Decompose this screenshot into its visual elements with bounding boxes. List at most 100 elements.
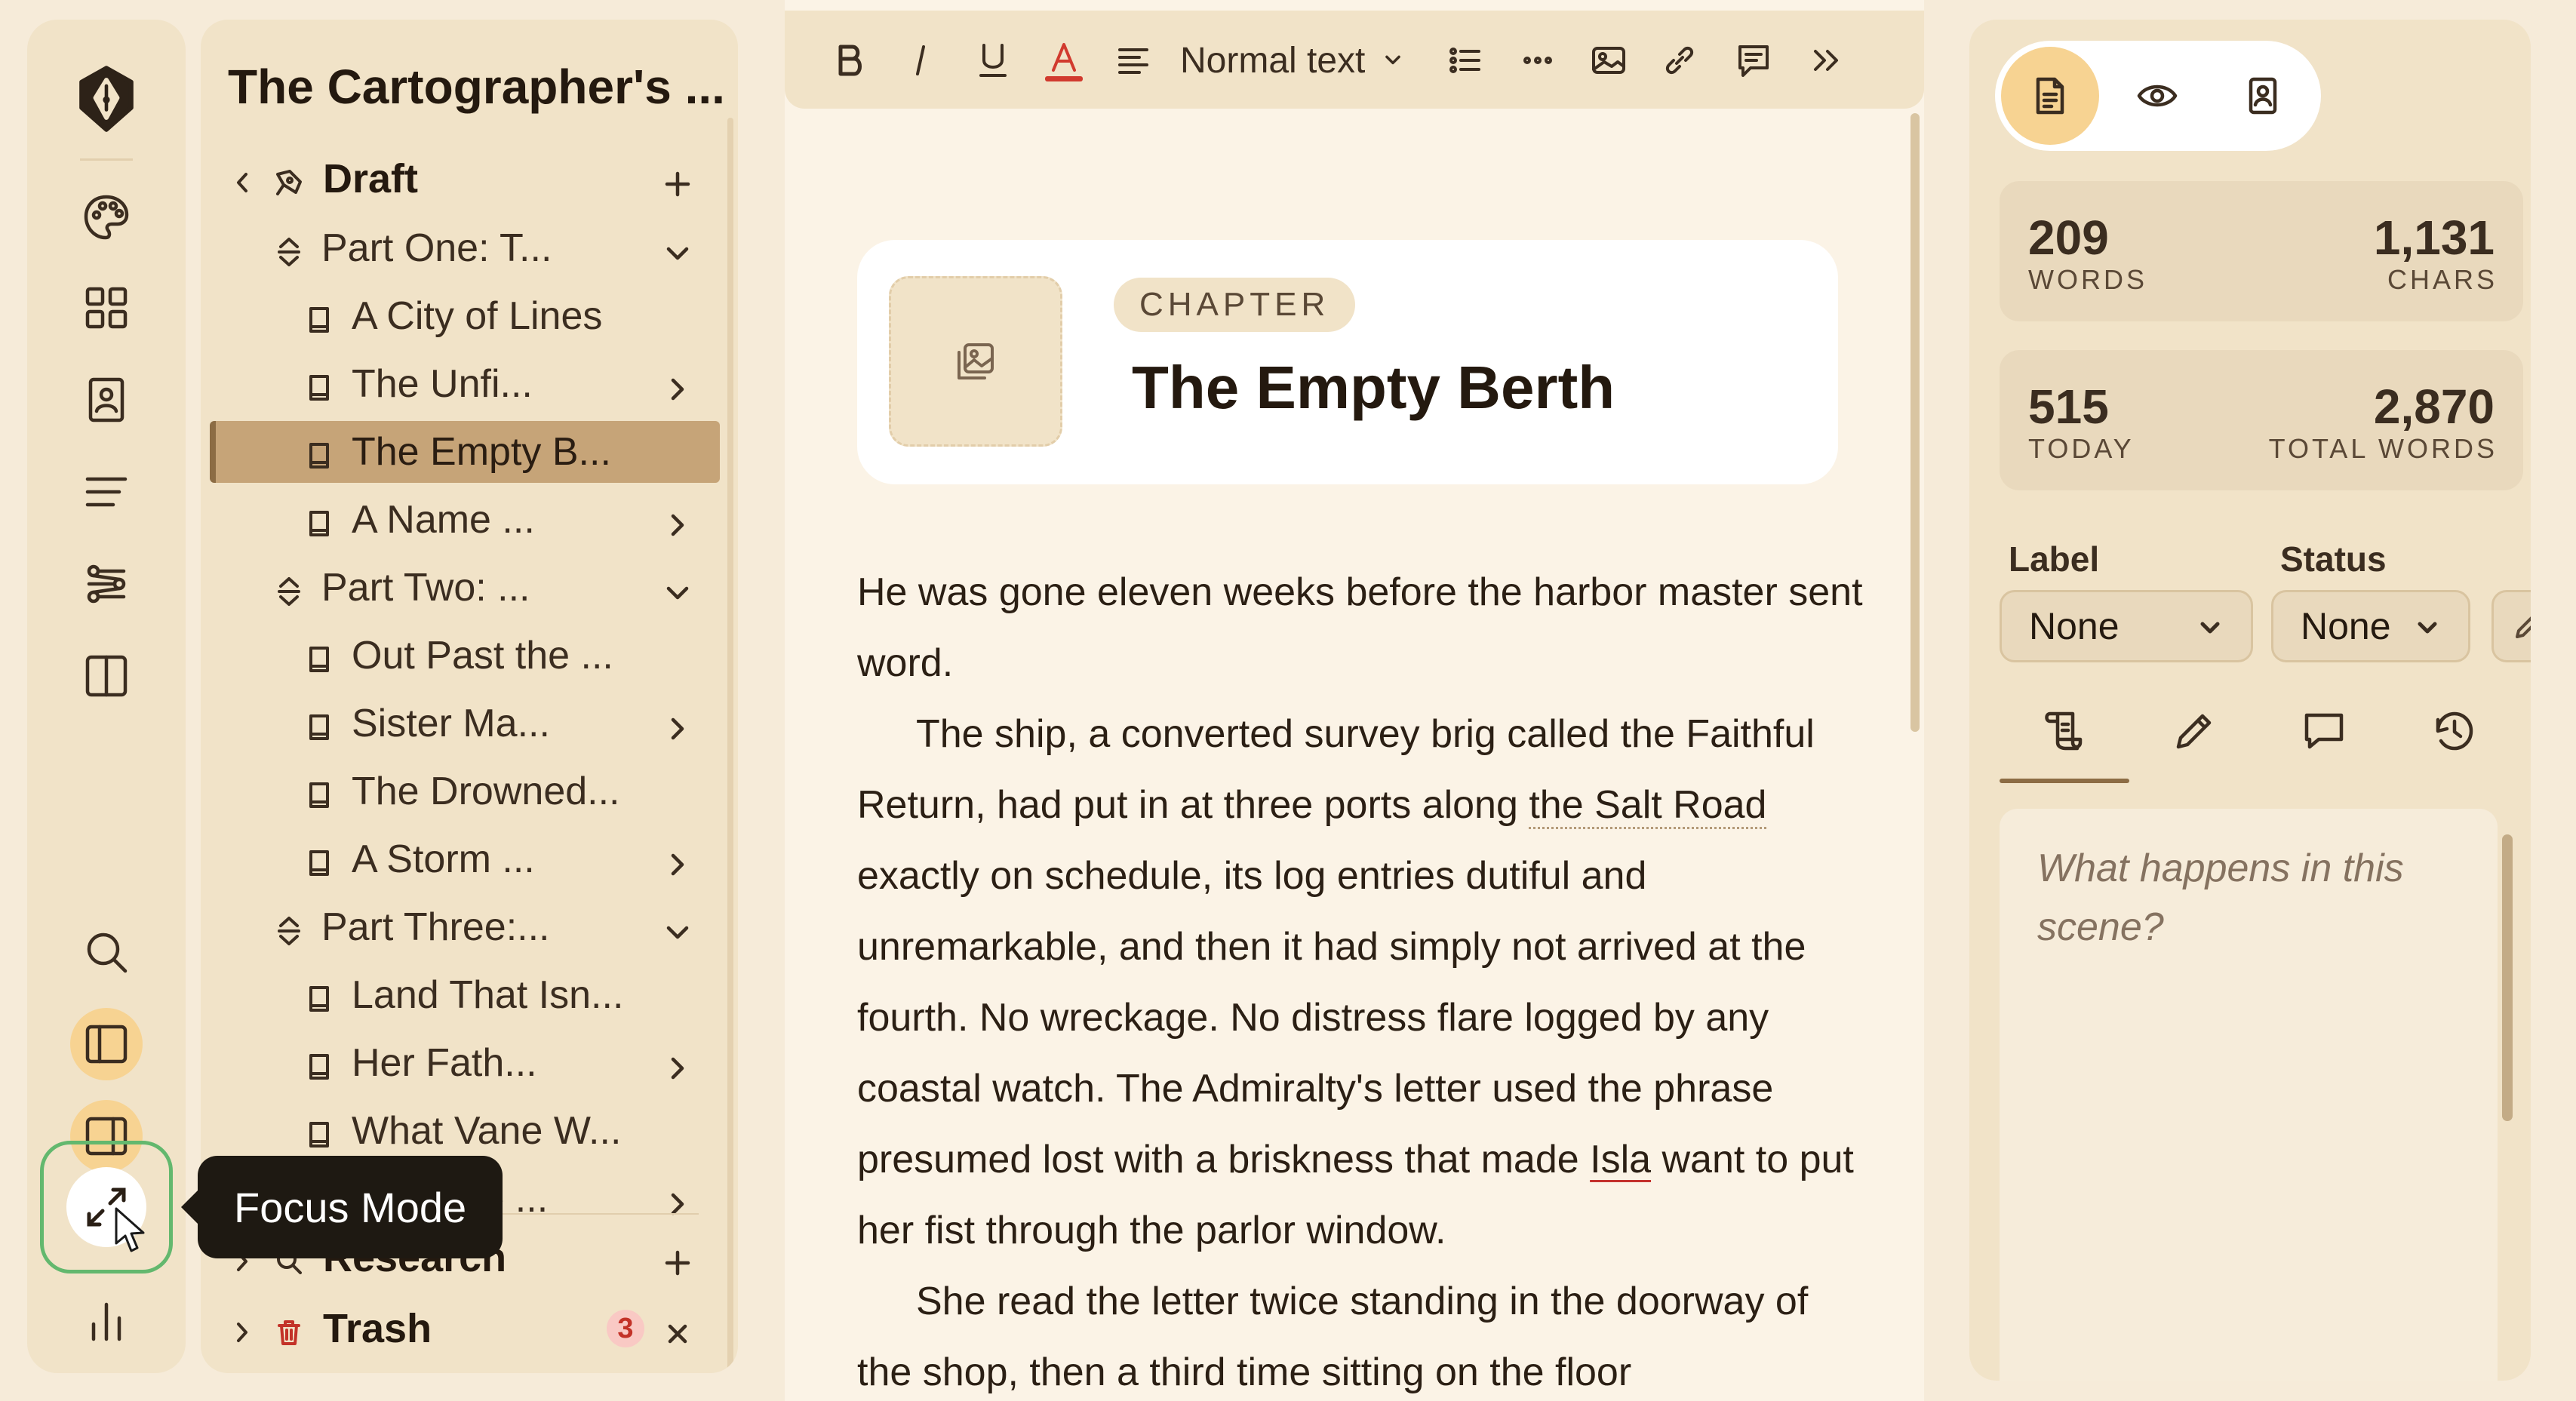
align-button[interactable] [1111,39,1156,81]
label-field-title: Label [2009,539,2100,579]
bullet-list-icon [1449,48,1480,73]
focus-mode-button[interactable] [40,1141,173,1273]
chevron-down-icon[interactable] [662,912,693,942]
chapter-image-slot[interactable] [889,276,1062,447]
status-select[interactable]: None [2271,590,2470,662]
total-words-label: TOTAL WORDS [2268,433,2498,464]
spelling-flag[interactable]: Isla [1590,1138,1651,1181]
chevron-right-icon[interactable] [662,708,693,740]
linked-term[interactable]: the Salt Road [1529,783,1767,829]
chevron-down-icon [2200,622,2220,634]
chevron-down-icon[interactable] [662,233,693,263]
app-window: The Cartographer's ... Draft Part One: T… [0,0,2576,1401]
editor-scrollbar[interactable] [1910,113,1920,732]
document-view-icon[interactable] [2001,47,2099,145]
chevron-right-icon[interactable] [662,844,693,876]
binder-doc-row[interactable]: Land That Isn... [210,964,720,1026]
binder-doc-row[interactable]: Her Fath... [210,1032,720,1094]
grid-icon[interactable] [70,272,143,344]
chevron-right-icon[interactable] [662,505,693,536]
synopsis-textarea[interactable]: What happens in this scene? [2000,809,2498,1381]
chevron-right-icon[interactable] [226,1313,258,1344]
more-button[interactable] [1515,39,1560,81]
contact-card-icon[interactable] [70,364,143,436]
sidebar-left-icon[interactable] [70,1008,143,1080]
chevron-right-icon[interactable] [662,1184,693,1215]
document-icon [303,436,335,469]
search-icon[interactable] [70,916,143,988]
binder-doc-row[interactable]: A City of Lines [210,285,720,347]
character-card-icon[interactable] [2214,47,2312,145]
binder-doc-row[interactable]: Out Past the ... [210,625,720,687]
flow-icon[interactable] [70,548,143,620]
chevron-left-icon[interactable] [226,163,258,195]
editor-pane: Normal text CHAPTER The Empty Berth He w… [785,0,1924,1401]
chapter-title[interactable]: The Empty Berth [1132,353,1615,422]
binder-doc-row[interactable]: The Drowned... [210,760,720,822]
binder-doc-row[interactable]: The Unfi... [210,353,720,415]
chevron-down-icon[interactable] [662,573,693,603]
stats-icon[interactable] [70,1284,143,1356]
binder-item-label: The Unfi... [352,362,533,406]
underline-button[interactable] [970,39,1016,81]
tab-synopsis[interactable] [2000,684,2129,783]
comment-button[interactable] [1731,39,1776,81]
paragraph: He was gone eleven weeks before the harb… [857,570,1863,685]
chevron-right-icon[interactable] [662,1048,693,1080]
pencil-icon [2176,714,2212,749]
synopsis-scrollbar[interactable] [2502,834,2513,1121]
label-select[interactable]: None [2000,590,2253,662]
binder-item-label: A Storm ... [352,837,535,881]
add-research-icon[interactable] [662,1243,693,1276]
binder-doc-row[interactable]: A Name ... [210,489,720,551]
binder-part-row[interactable]: Part One: T... [210,217,720,279]
add-image-icon [958,343,994,379]
binder-item-label: What Vane W... [352,1109,622,1153]
binder-scrollbar[interactable] [727,118,733,1373]
manuscript-text[interactable]: He was gone eleven weeks before the harb… [857,557,1868,1401]
insert-image-button[interactable] [1586,39,1631,81]
columns-icon[interactable] [70,640,143,712]
bullet-list-button[interactable] [1443,39,1488,81]
style-select-value: Normal text [1180,40,1366,81]
app-logo-icon[interactable] [65,57,148,140]
part-icon [273,232,305,266]
binder-part-row[interactable]: Part Three:... [210,896,720,958]
underline-icon [979,44,1007,77]
draft-folder-row[interactable]: Draft [210,148,720,210]
char-count-label: CHARS [2387,264,2498,295]
comment-icon [1738,45,1769,77]
document-icon [303,504,335,536]
binder-item-label: Part One: T... [321,226,552,270]
binder-item-label: The Drowned... [352,770,620,813]
scroll-icon [2045,711,2083,751]
bold-button[interactable] [827,39,872,81]
comment-icon [2304,713,2344,749]
empty-trash-icon[interactable] [662,1313,693,1344]
insert-link-button[interactable] [1657,39,1702,81]
trash-folder-row[interactable]: Trash 3 [210,1298,720,1360]
tab-comments[interactable] [2259,684,2389,779]
total-words-count: 2,870 [2373,379,2495,434]
binder-doc-row[interactable]: Sister Ma... [210,693,720,754]
chevron-right-icon[interactable] [662,369,693,401]
part-icon [273,572,305,606]
palette-icon[interactable] [70,181,143,253]
tab-history[interactable] [2389,684,2519,779]
outline-icon[interactable] [70,456,143,528]
binder-doc-row[interactable]: What Vane W... [210,1100,720,1162]
document-icon [303,776,335,808]
italic-button[interactable] [898,39,943,81]
binder-doc-row[interactable]: A Storm ... [210,828,720,890]
binder-part-row[interactable]: Part Two: ... [210,557,720,619]
edit-metadata-button[interactable] [2491,590,2531,662]
add-draft-icon[interactable] [662,164,693,197]
binder-doc-row[interactable]: The Empty B... [210,421,720,483]
more-dots-icon [1523,57,1552,64]
tab-notes[interactable] [2129,684,2259,779]
text-color-button[interactable] [1041,39,1087,81]
style-select[interactable]: Normal text [1180,39,1444,81]
preview-eye-icon[interactable] [2108,47,2206,145]
expand-toolbar-button[interactable] [1803,39,1849,81]
document-icon [303,979,335,1012]
